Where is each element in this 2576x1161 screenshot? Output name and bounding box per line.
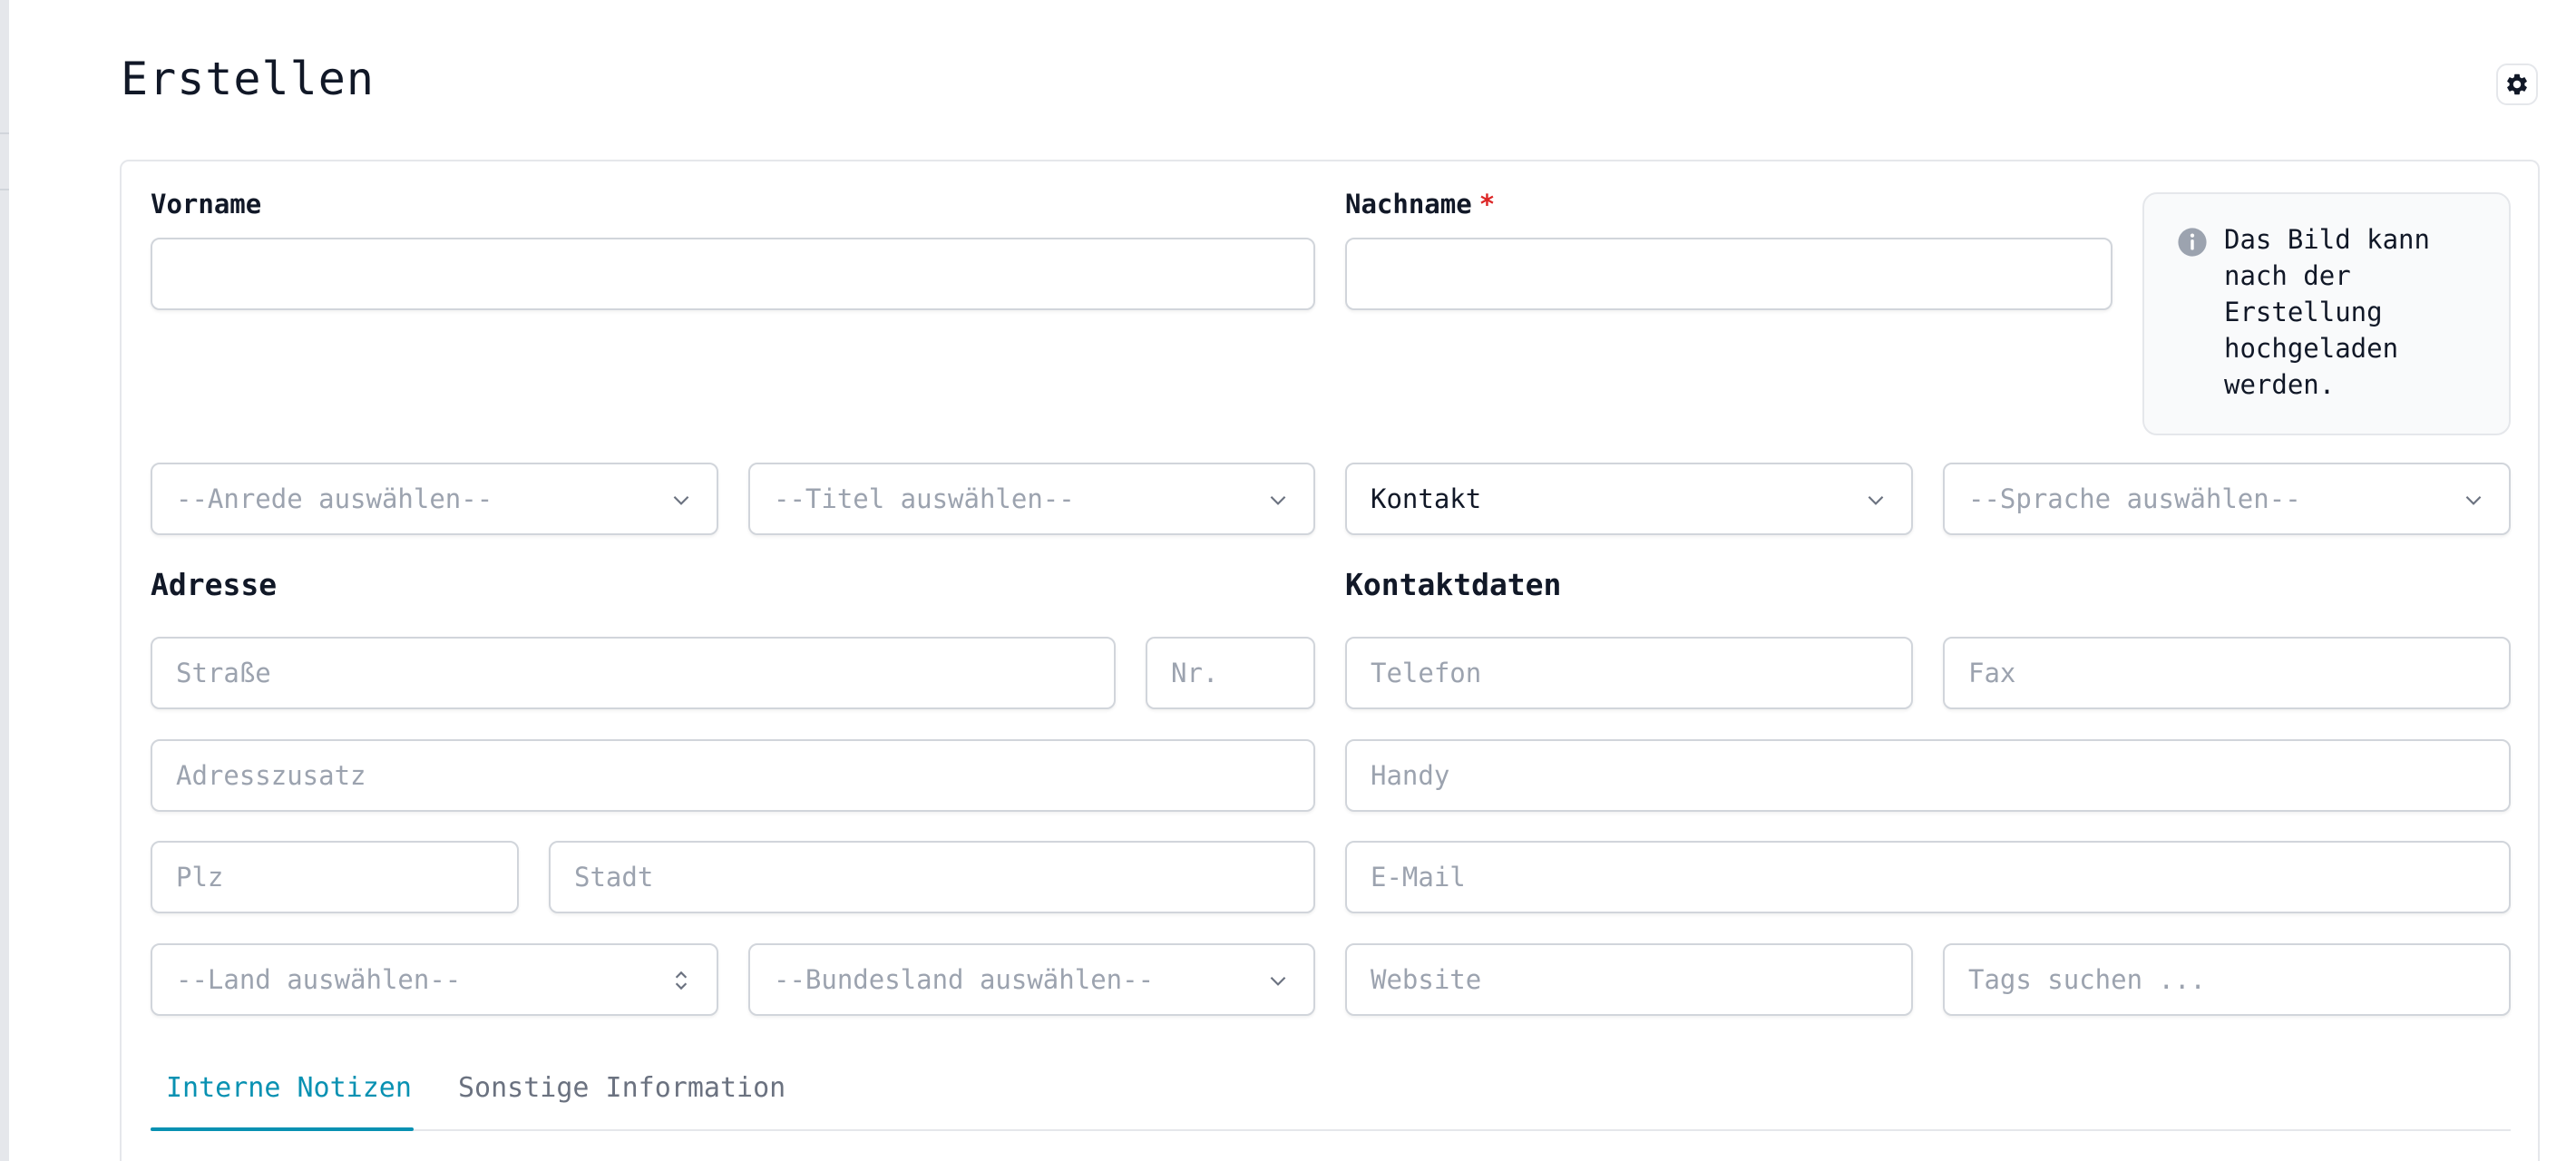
land-select-value: --Land auswählen--: [176, 964, 462, 995]
telefon-input[interactable]: [1347, 639, 1911, 707]
tabs-divider: [151, 1129, 2511, 1131]
contact-section-title: Kontaktdaten: [1345, 567, 1562, 602]
tags-search-input[interactable]: [1945, 945, 2509, 1014]
chevron-down-icon: [2465, 495, 2482, 505]
telefon-field[interactable]: [1345, 637, 1913, 709]
vorname-field[interactable]: [151, 238, 1315, 310]
chevron-down-icon: [1868, 495, 1884, 505]
bundesland-select-value: --Bundesland auswählen--: [774, 964, 1155, 995]
vorname-input[interactable]: [152, 239, 1313, 308]
sprache-select[interactable]: --Sprache auswählen--: [1943, 463, 2511, 535]
plz-field[interactable]: [151, 841, 519, 913]
plz-input[interactable]: [152, 843, 517, 912]
nachname-input[interactable]: [1347, 239, 2111, 308]
anrede-select-value: --Anrede auswählen--: [176, 483, 493, 514]
nachname-field[interactable]: [1345, 238, 2113, 310]
hausnummer-input[interactable]: [1147, 639, 1313, 707]
sprache-select-value: --Sprache auswählen--: [1968, 483, 2301, 514]
chevron-down-icon: [1270, 976, 1286, 986]
address-section-title: Adresse: [151, 567, 278, 602]
email-field[interactable]: [1345, 841, 2511, 913]
stadt-input[interactable]: [551, 843, 1313, 912]
app-sidebar-edge: [0, 0, 9, 1161]
anrede-select[interactable]: --Anrede auswählen--: [151, 463, 718, 535]
page-title: Erstellen: [121, 53, 375, 105]
kontakt-type-select[interactable]: Kontakt: [1345, 463, 1913, 535]
strasse-field[interactable]: [151, 637, 1116, 709]
stadt-field[interactable]: [549, 841, 1315, 913]
settings-button[interactable]: [2496, 63, 2538, 105]
active-tab-indicator: [151, 1127, 414, 1131]
nachname-label: Nachname *: [1345, 189, 1495, 220]
image-upload-info: Das Bild kann nach der Erstellung hochge…: [2142, 192, 2511, 435]
adresszusatz-field[interactable]: [151, 739, 1315, 812]
info-text: Das Bild kann nach der Erstellung hochge…: [2224, 224, 2430, 400]
fax-field[interactable]: [1943, 637, 2511, 709]
tags-search-field[interactable]: [1943, 943, 2511, 1016]
chevron-up-down-icon: [675, 971, 688, 990]
land-select[interactable]: --Land auswählen--: [151, 943, 718, 1016]
gear-icon: [2507, 73, 2527, 95]
bundesland-select[interactable]: --Bundesland auswählen--: [748, 943, 1315, 1016]
tab-sonstige-information[interactable]: Sonstige Information: [458, 1072, 785, 1104]
hausnummer-field[interactable]: [1146, 637, 1315, 709]
handy-field[interactable]: [1345, 739, 2511, 812]
info-icon: [2178, 228, 2207, 257]
chevron-down-icon: [673, 495, 689, 505]
fax-input[interactable]: [1945, 639, 2509, 707]
nachname-label-text: Nachname: [1345, 189, 1472, 220]
handy-input[interactable]: [1347, 741, 2509, 810]
chevron-down-icon: [1270, 495, 1286, 505]
tab-interne-notizen[interactable]: Interne Notizen: [166, 1072, 412, 1104]
kontakt-type-select-value: Kontakt: [1371, 483, 1482, 514]
website-field[interactable]: [1345, 943, 1913, 1016]
strasse-input[interactable]: [152, 639, 1114, 707]
sidebar-divider: [0, 132, 9, 134]
sidebar-divider: [0, 189, 9, 190]
required-marker: *: [1478, 189, 1496, 220]
email-input[interactable]: [1347, 843, 2509, 912]
adresszusatz-input[interactable]: [152, 741, 1313, 810]
titel-select-value: --Titel auswählen--: [774, 483, 1075, 514]
titel-select[interactable]: --Titel auswählen--: [748, 463, 1315, 535]
website-input[interactable]: [1347, 945, 1911, 1014]
vorname-label: Vorname: [151, 189, 262, 220]
